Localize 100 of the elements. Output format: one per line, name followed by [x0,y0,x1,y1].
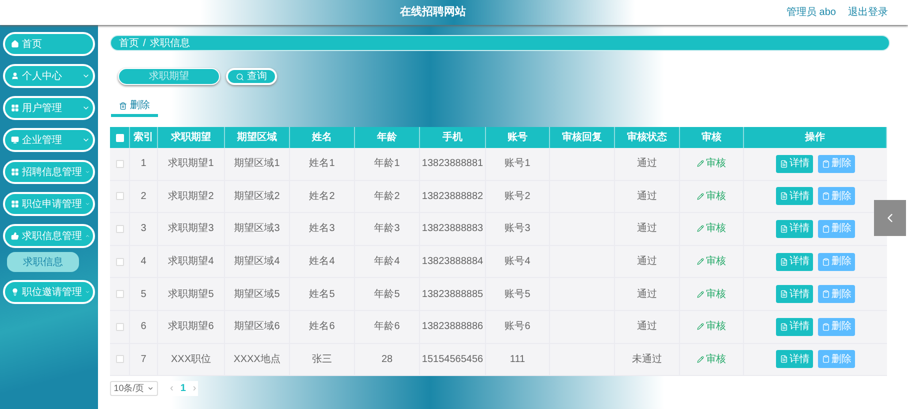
table-cell-text: 账号3 [504,222,530,236]
detail-button[interactable]: 详情 [776,154,813,173]
table-cell-text: 账号4 [504,254,530,270]
column-header: 求职期望 [171,130,211,145]
table-cell-text: 未通过 [632,352,662,367]
sidebar-item[interactable]: 招聘信息管理 [3,160,95,184]
table-cell-text: 期望区域4 [234,254,280,270]
table-cell-text: 1 [140,157,146,172]
table-cell-text: 4 [140,255,146,270]
delete-button[interactable]: 删除 [818,187,855,206]
table-cell-text: 账号5 [504,288,530,302]
table-cell-text: 期望区域5 [234,288,280,302]
column-header: 索引 [134,130,154,145]
page-number[interactable]: 1 [180,381,186,396]
sidebar-item[interactable]: 职位申请管理 [3,192,95,216]
table-cell-text: 求职期望2 [168,190,214,204]
detail-button[interactable]: 详情 [776,252,813,271]
page-size-select[interactable]: 10条/页 [110,381,158,396]
column-header: 操作 [805,130,825,145]
logout-link[interactable]: 退出登录 [848,5,888,20]
detail-button[interactable]: 详情 [776,350,813,368]
table-cell-text: 通过 [637,190,657,204]
column-header: 年龄 [377,130,397,145]
sidebar-item[interactable]: 个人中心 [3,64,95,88]
delete-button[interactable]: 删除 [818,350,855,368]
table-cell-text: 账号6 [504,320,530,334]
table-cell-text: XXXX地点 [234,352,280,367]
review-link[interactable]: 审核 [697,352,726,367]
site-title: 在线招聘网站 [400,4,466,20]
detail-button[interactable]: 详情 [776,318,813,336]
breadcrumb-item: / [143,36,146,50]
table-cell-text: 年龄6 [374,320,400,334]
submenu-item[interactable]: 求职信息 [7,252,79,272]
table-cell-text: 年龄1 [374,156,400,172]
delete-button[interactable]: 删除 [818,154,855,173]
table-cell-text: 求职期望4 [168,254,214,270]
table-cell-text: XXX职位 [170,352,211,367]
table-cell-text: 13823888885 [422,288,484,302]
table-cell-text: 求职期望1 [168,156,214,172]
table-cell-text: 姓名5 [309,288,335,302]
sidebar-item[interactable]: 用户管理 [3,96,95,120]
breadcrumb-item: 求职信息 [150,36,190,50]
table-cell-text: 求职期望5 [168,288,214,302]
detail-button[interactable]: 详情 [776,187,813,206]
search-field[interactable]: 求职期望 [118,68,220,85]
sidebar-item[interactable]: 企业管理 [3,128,95,152]
column-header: 期望区域 [237,130,277,145]
table-cell-text: 15154565456 [422,352,484,367]
delete-button[interactable]: 删除 [818,220,855,238]
table-cell-text: 年龄2 [374,190,400,204]
review-link[interactable]: 审核 [697,156,726,172]
sidebar-item[interactable]: 职位邀请管理 [3,280,95,304]
column-header: 手机 [442,130,462,145]
delete-button[interactable]: 删除 [818,318,855,336]
table-cell-text: 13823888883 [422,222,484,236]
column-header: 审核状态 [627,130,667,145]
table-cell-text: 年龄3 [374,222,400,236]
table-cell-text: 求职期望6 [168,320,214,334]
table-cell-text: 期望区域1 [234,156,280,172]
column-header: 审核 [702,130,722,145]
table-cell-text: 张三 [312,352,332,367]
table-cell-text: 6 [140,320,146,334]
search-button[interactable]: 查询 [226,68,277,85]
delete-button[interactable]: 删除 [818,285,855,304]
table-cell-text: 姓名2 [309,190,335,204]
table-cell-text: 期望区域6 [234,320,280,334]
table-cell-text: 13823888881 [422,157,484,172]
review-link[interactable]: 审核 [697,188,726,204]
sidebar-item[interactable]: 求职信息管理 [3,224,95,248]
table-cell-text: 3 [140,222,146,236]
review-link[interactable]: 审核 [697,254,726,270]
delete-tab[interactable]: 删除 [111,97,158,117]
next-page-button[interactable]: › [192,381,196,396]
prev-page-button[interactable]: ‹ [170,381,174,396]
table-cell-text: 账号1 [504,156,530,172]
review-link[interactable]: 审核 [697,286,726,302]
detail-button[interactable]: 详情 [776,285,813,304]
table-cell-text: 7 [140,352,146,367]
table-cell-text: 通过 [637,288,657,302]
table-cell-text: 期望区域3 [234,222,280,236]
table-cell-text: 通过 [637,156,657,172]
review-link[interactable]: 审核 [697,221,726,236]
table-cell-text: 28 [381,352,393,367]
admin-name: 管理员 abo [786,6,836,20]
table-cell-text: 13823888886 [422,320,484,334]
breadcrumb-item[interactable]: 首页 [119,36,139,50]
table-cell-text: 5 [140,288,146,302]
review-link[interactable]: 审核 [697,319,726,334]
table-cell-text: 通过 [637,320,657,334]
table-cell-text: 姓名1 [309,157,335,172]
table-cell-text: 年龄4 [374,254,400,270]
column-header: 账号 [508,130,528,145]
table-cell-text: 通过 [637,222,657,236]
table-cell-text: 姓名3 [309,222,335,236]
table-cell-text: 111 [510,352,526,367]
sidebar-item[interactable]: 首页 [3,32,95,56]
delete-button[interactable]: 删除 [818,252,855,271]
detail-button[interactable]: 详情 [776,220,813,238]
table-cell-text: 期望区域2 [234,190,280,204]
column-header: 审核回复 [562,130,602,145]
